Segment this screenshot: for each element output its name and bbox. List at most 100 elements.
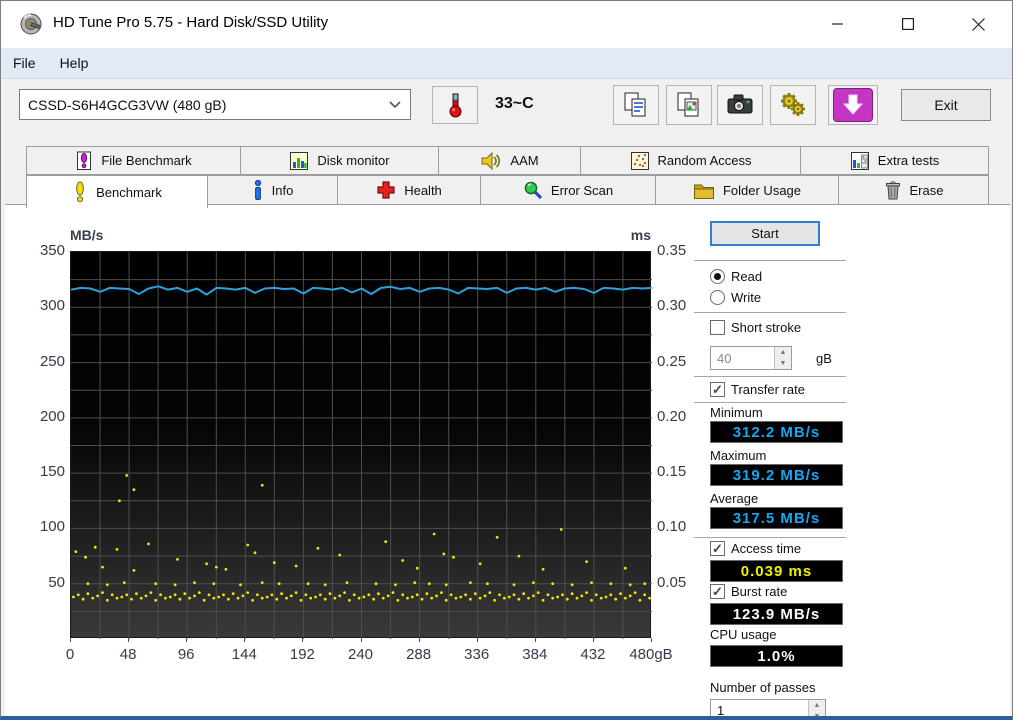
short-stroke-checkbox[interactable] (710, 320, 725, 335)
access-time-value: 0.039 ms (710, 560, 843, 582)
right-axis-title: ms (630, 227, 651, 243)
drive-select-value: CSSD-S6H4GCG3VW (480 gB) (28, 96, 227, 113)
left-axis-tick: 300 (39, 297, 65, 315)
average-label: Average (710, 491, 759, 506)
access-time-option[interactable]: ✓ Access time (710, 541, 801, 556)
exit-button[interactable]: Exit (901, 89, 991, 121)
short-stroke-option[interactable]: Short stroke (710, 320, 801, 335)
tab-health[interactable]: Health (338, 175, 481, 205)
separator (694, 537, 846, 538)
menu-help[interactable]: Help (48, 48, 101, 78)
tab-info[interactable]: Info (208, 175, 338, 205)
tab-benchmark[interactable]: Benchmark (26, 175, 208, 208)
copy-text-icon (621, 90, 651, 120)
benchmark-chart (70, 251, 652, 639)
tab-disk-monitor[interactable]: Disk monitor (241, 146, 439, 175)
read-option[interactable]: Read (710, 269, 762, 284)
x-axis-tick-mark (419, 638, 420, 642)
right-axis-tick: 0.25 (657, 352, 687, 370)
tab-row-secondary: File Benchmark Disk monitor AAM Random A… (26, 146, 989, 175)
right-axis-tick: 0.10 (657, 518, 687, 536)
benchmark-icon (72, 181, 88, 203)
folder-icon (693, 181, 715, 200)
tab-folder-usage[interactable]: Folder Usage (656, 175, 839, 205)
spin-down-icon[interactable]: ▼ (809, 711, 825, 716)
screenshot-button[interactable] (717, 85, 763, 125)
close-button[interactable] (955, 1, 1001, 47)
app-window: HD Tune Pro 5.75 - Hard Disk/SSD Utility… (0, 0, 1013, 720)
disk-monitor-icon (289, 151, 309, 171)
left-axis-tick: 250 (39, 352, 65, 370)
capacity-value: 40 (717, 351, 732, 366)
drive-select-dropdown[interactable]: CSSD-S6H4GCG3VW (480 gB) (19, 89, 411, 120)
camera-icon (725, 90, 755, 120)
access-time-checkbox[interactable]: ✓ (710, 541, 725, 556)
capacity-spinner[interactable]: 40 ▲ ▼ (710, 346, 792, 370)
maximum-value: 319.2 MB/s (710, 464, 843, 486)
copy-image-button[interactable] (666, 85, 712, 125)
spin-up-icon[interactable]: ▲ (775, 347, 791, 358)
right-axis-tick: 0.05 (657, 573, 687, 591)
minimum-label: Minimum (710, 405, 763, 420)
tab-label: Random Access (657, 153, 752, 168)
minimize-button[interactable] (815, 1, 861, 47)
right-axis-tick: 0.35 (657, 242, 687, 259)
x-axis-tick-mark (302, 638, 303, 642)
passes-spinner[interactable]: 1 ▲ ▼ (710, 699, 826, 716)
x-axis-tick: 0 (65, 646, 75, 663)
temperature-value: 33~C (495, 95, 534, 112)
read-radio[interactable] (710, 269, 725, 284)
passes-label: Number of passes (710, 680, 816, 695)
x-axis-tick: 384 (522, 646, 548, 663)
save-results-button[interactable] (828, 85, 878, 125)
transfer-rate-label: Transfer rate (731, 382, 805, 397)
tab-label: Extra tests (877, 153, 940, 168)
tab-extra-tests[interactable]: Extra tests (801, 146, 989, 175)
tab-aam[interactable]: AAM (439, 146, 581, 175)
tab-label: Disk monitor (317, 153, 390, 168)
tab-label: Erase (909, 182, 944, 198)
burst-rate-option[interactable]: ✓ Burst rate (710, 584, 787, 599)
spin-up-icon[interactable]: ▲ (809, 700, 825, 711)
x-axis-tick-mark (244, 638, 245, 642)
title-bar: HD Tune Pro 5.75 - Hard Disk/SSD Utility (1, 1, 1012, 48)
gears-icon (778, 90, 808, 120)
spin-down-icon[interactable]: ▼ (775, 358, 791, 369)
write-radio[interactable] (710, 290, 725, 305)
tab-random-access[interactable]: Random Access (581, 146, 801, 175)
short-stroke-label: Short stroke (731, 320, 802, 335)
tab-file-benchmark[interactable]: File Benchmark (26, 146, 241, 175)
tab-error-scan[interactable]: Error Scan (481, 175, 656, 205)
tab-erase[interactable]: Erase (839, 175, 989, 205)
copy-text-button[interactable] (613, 85, 659, 125)
temperature-button[interactable] (432, 86, 478, 124)
download-arrow-icon (833, 88, 873, 122)
transfer-rate-checkbox[interactable]: ✓ (710, 382, 725, 397)
burst-rate-label: Burst rate (731, 584, 788, 599)
x-axis-tick: 288 (406, 646, 432, 663)
x-axis-tick: 240 (347, 646, 374, 663)
menu-file[interactable]: File (1, 48, 48, 78)
copy-image-icon (674, 90, 704, 120)
write-label: Write (731, 290, 762, 305)
tab-label: Benchmark (96, 184, 162, 200)
left-axis-title: MB/s (70, 227, 104, 243)
x-axis-tick-mark (535, 638, 536, 642)
left-axis-tick: 200 (39, 407, 65, 425)
burst-rate-checkbox[interactable]: ✓ (710, 584, 725, 599)
maximize-button[interactable] (885, 1, 931, 47)
random-access-icon (630, 151, 650, 171)
health-cross-icon (376, 180, 396, 200)
transfer-rate-option[interactable]: ✓ Transfer rate (710, 382, 805, 397)
burst-rate-value: 123.9 MB/s (710, 603, 843, 625)
write-option[interactable]: Write (710, 290, 761, 305)
settings-gears-button[interactable] (770, 85, 816, 125)
tab-label: File Benchmark (101, 153, 192, 168)
magnifier-icon (523, 180, 543, 200)
start-button[interactable]: Start (710, 221, 820, 246)
thermometer-icon (445, 92, 465, 118)
average-value: 317.5 MB/s (710, 507, 843, 529)
tab-row-primary: Benchmark Info Health Error Scan Folder … (26, 175, 989, 208)
right-axis-ticks: 0.35 0.30 0.25 0.20 0.15 0.10 0.05 (657, 242, 701, 638)
hard-disk-app-icon (19, 12, 43, 36)
